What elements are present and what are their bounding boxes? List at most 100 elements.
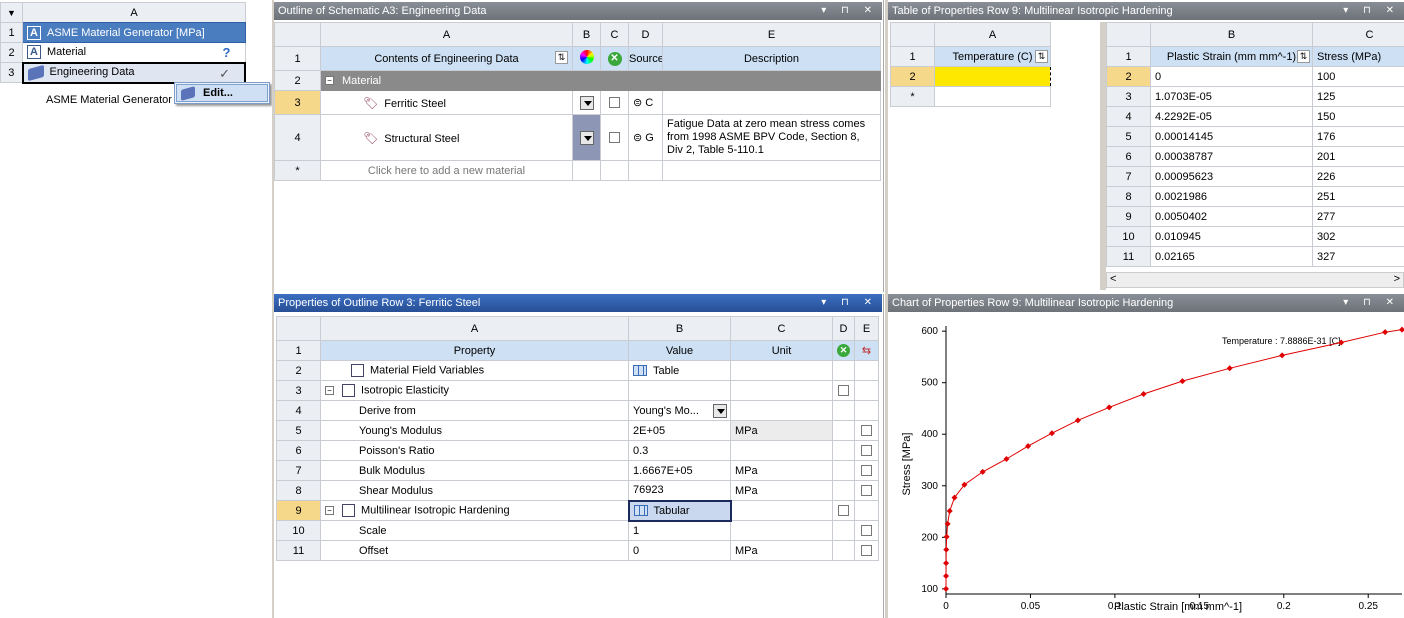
prop-row[interactable]: 11 Offset 0 MPa bbox=[276, 540, 879, 561]
outline-title-bar: Outline of Schematic A3: Engineering Dat… bbox=[274, 2, 882, 20]
properties-title-bar: Properties of Outline Row 3: Ferritic St… bbox=[274, 294, 882, 312]
parameter-checkbox[interactable] bbox=[861, 525, 872, 537]
parameter-checkbox[interactable] bbox=[861, 465, 872, 477]
material-dropdown[interactable] bbox=[579, 95, 594, 110]
parameter-checkbox[interactable] bbox=[861, 545, 872, 557]
prop-row[interactable]: 3 − Isotropic Elasticity bbox=[276, 380, 879, 401]
x-tick-label: 0 bbox=[943, 601, 949, 612]
y-tick-label: 500 bbox=[921, 378, 938, 389]
prop-row[interactable]: 2 Material Field Variables Table bbox=[276, 360, 879, 381]
collapse-icon[interactable]: − bbox=[325, 506, 334, 515]
table-row[interactable]: 11 0.02165 327 bbox=[1106, 246, 1404, 267]
material-dropdown[interactable] bbox=[579, 130, 594, 145]
temperature-table: A 1 Temperature (C) ⇅ 2 * bbox=[890, 22, 1051, 107]
parameter-checkbox[interactable] bbox=[861, 485, 872, 497]
table-props-title-bar: Table of Properties Row 9: Multilinear I… bbox=[888, 2, 1404, 20]
context-menu: Edit... bbox=[174, 82, 270, 104]
suppress-checkbox[interactable] bbox=[609, 97, 620, 109]
schematic-row-1[interactable]: 1 A ASME Material Generator [MPa] bbox=[0, 22, 246, 43]
context-menu-edit[interactable]: Edit... bbox=[176, 84, 268, 102]
chart-title-bar: Chart of Properties Row 9: Multilinear I… bbox=[888, 294, 1404, 312]
properties-table: A B C D E 1 Property Value Unit ✕ ⇆ 2 Ma… bbox=[276, 316, 879, 561]
table-row[interactable]: 10 0.010945 302 bbox=[1106, 226, 1404, 247]
elasticity-icon bbox=[342, 384, 355, 397]
temperature-input-cell[interactable] bbox=[934, 66, 1051, 87]
material-row-ferritic[interactable]: 3 🏷 Ferritic Steel ⊜ C bbox=[274, 90, 881, 115]
letter-a-icon: A bbox=[27, 25, 41, 40]
x-tick-label: 0.05 bbox=[1021, 601, 1041, 612]
schematic-row-2[interactable]: 2 A Material ? bbox=[0, 42, 246, 63]
suppress-checkbox[interactable] bbox=[838, 505, 849, 517]
table-row[interactable]: 7 0.00095623 226 bbox=[1106, 166, 1404, 187]
data-point bbox=[1382, 329, 1389, 336]
chevron-down-icon[interactable] bbox=[713, 404, 727, 418]
book-icon bbox=[27, 64, 44, 81]
scroll-right-icon[interactable]: > bbox=[1394, 273, 1400, 285]
prop-row-selected[interactable]: 9 − Multilinear Isotropic Hardening Tabul… bbox=[276, 499, 879, 522]
material-tag-icon: 🏷 bbox=[363, 130, 379, 145]
schematic-row-label: Engineering Data bbox=[49, 66, 135, 79]
schematic-row-label: Material bbox=[47, 46, 87, 59]
field-variables-icon bbox=[351, 364, 364, 377]
schematic-col-a: A bbox=[22, 2, 246, 23]
chart-panel: Chart of Properties Row 9: Multilinear I… bbox=[888, 294, 1404, 618]
y-tick-label: 400 bbox=[921, 429, 938, 440]
data-point bbox=[943, 585, 949, 592]
table-row[interactable]: 4 4.2292E-05 150 bbox=[1106, 106, 1404, 127]
y-axis-label: Stress [MPa] bbox=[901, 433, 913, 496]
horizontal-scrollbar[interactable]: < > bbox=[1106, 272, 1404, 288]
table-icon bbox=[633, 365, 647, 377]
letter-a-icon: A bbox=[27, 45, 41, 60]
suppress-checkbox[interactable] bbox=[609, 132, 620, 144]
data-point bbox=[946, 508, 953, 515]
hardening-curve bbox=[945, 329, 1403, 589]
sort-icon[interactable]: ⇅ bbox=[555, 51, 568, 64]
prop-row[interactable]: 7 Bulk Modulus 1.6667E+05 MPa bbox=[276, 460, 879, 481]
strain-stress-grid: BC 1 Plastic Strain (mm mm^-1) ⇅ Stress … bbox=[1106, 22, 1404, 272]
x-tick-label: 0.2 bbox=[1277, 601, 1291, 612]
schematic-menu-arrow[interactable]: ▼ bbox=[0, 2, 23, 23]
prop-row[interactable]: 6 Poisson's Ratio 0.3 bbox=[276, 440, 879, 461]
panel-controls[interactable]: ▾ ⊓ ✕ bbox=[1343, 294, 1400, 312]
prop-row[interactable]: 10 Scale 1 bbox=[276, 520, 879, 541]
prop-row[interactable]: 4 Derive from Young's Mo... bbox=[276, 400, 879, 421]
table-row[interactable]: 3 1.0703E-05 125 bbox=[1106, 86, 1404, 107]
collapse-icon[interactable]: − bbox=[325, 386, 334, 395]
book-icon bbox=[181, 85, 195, 101]
material-row-structural[interactable]: 4 🏷 Structural Steel ⊜ G Fatigue Data at … bbox=[274, 114, 881, 161]
suppress-checkbox[interactable] bbox=[838, 385, 849, 397]
prop-row[interactable]: 8 Shear Modulus 76923 MPa bbox=[276, 480, 879, 501]
parameter-checkbox[interactable] bbox=[861, 445, 872, 457]
x-tick-label: 0.1 bbox=[1108, 601, 1122, 612]
material-group-row[interactable]: 2 − Material bbox=[274, 70, 881, 91]
add-material-row[interactable]: * Click here to add a new material bbox=[274, 160, 881, 181]
table-row[interactable]: 9 0.0050402 277 bbox=[1106, 206, 1404, 227]
derive-from-select[interactable]: Young's Mo... bbox=[628, 400, 731, 421]
prop-row[interactable]: 5 Young's Modulus 2E+05 MPa bbox=[276, 420, 879, 441]
temperature-new-cell[interactable] bbox=[934, 86, 1051, 107]
data-point bbox=[943, 572, 950, 579]
table-row[interactable]: 5 0.00014145 176 bbox=[1106, 126, 1404, 147]
panel-controls[interactable]: ▾ ⊓ ✕ bbox=[1343, 2, 1400, 20]
contents-header[interactable]: Contents of Engineering Data ⇅ bbox=[320, 46, 573, 71]
sort-icon[interactable]: ⇅ bbox=[1297, 50, 1310, 63]
schematic-row-label: ASME Material Generator [MPa] bbox=[47, 26, 205, 39]
scroll-left-icon[interactable]: < bbox=[1110, 273, 1116, 285]
table-row[interactable]: 6 0.00038787 201 bbox=[1106, 146, 1404, 167]
panel-controls[interactable]: ▾ ⊓ ✕ bbox=[821, 2, 878, 20]
data-point bbox=[1226, 365, 1233, 372]
table-row[interactable]: 8 0.0021986 251 bbox=[1106, 186, 1404, 207]
panel-controls[interactable]: ▾ ⊓ ✕ bbox=[821, 294, 878, 312]
data-point bbox=[943, 533, 950, 540]
y-tick-label: 200 bbox=[921, 532, 938, 543]
hardening-chart: Stress [MPa] Plastic Strain [mm mm^-1] T… bbox=[901, 326, 1404, 613]
collapse-icon[interactable]: − bbox=[325, 76, 334, 86]
schematic-row-3[interactable]: 3 Engineering Data ✓ bbox=[0, 61, 246, 84]
sort-icon[interactable]: ⇅ bbox=[1035, 50, 1048, 63]
x-tick-label: 0.25 bbox=[1358, 601, 1378, 612]
properties-panel: Properties of Outline Row 3: Ferritic St… bbox=[274, 294, 884, 618]
parameter-checkbox[interactable] bbox=[861, 425, 872, 437]
schematic-caption: ASME Material Generator bbox=[46, 94, 172, 106]
table-of-properties-panel: Table of Properties Row 9: Multilinear I… bbox=[888, 0, 1404, 292]
table-row[interactable]: 2 0 100 bbox=[1106, 66, 1404, 87]
